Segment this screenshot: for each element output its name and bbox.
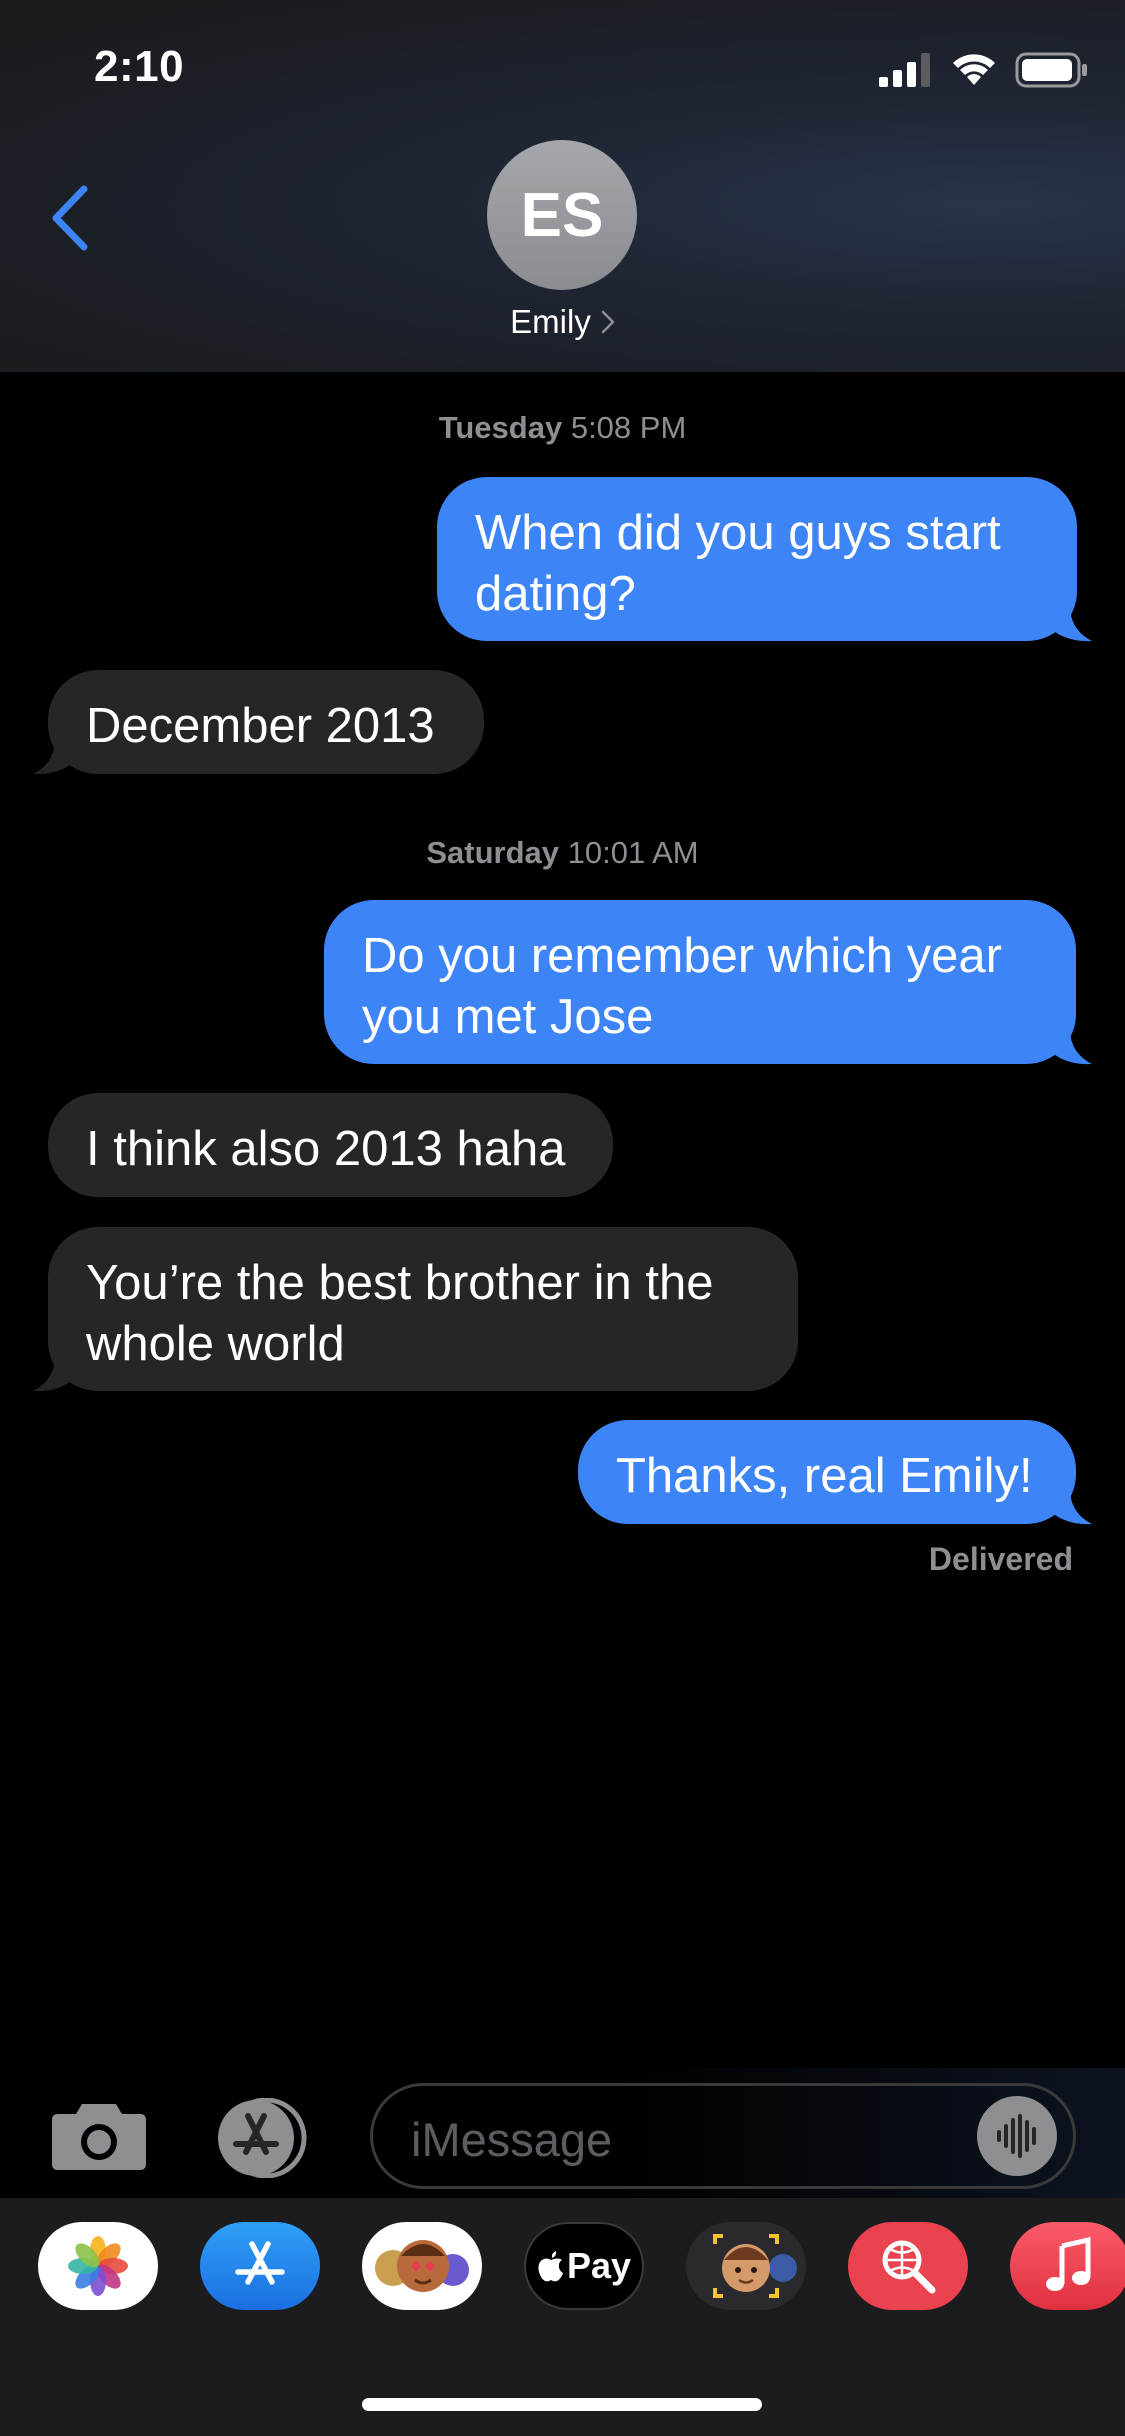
audio-waveform-icon [997,2114,1036,2158]
timestamp-divider: Tuesday 5:08 PM [438,410,687,445]
received-message-bubble[interactable]: December 2013 [48,670,484,774]
animoji-icon [713,2234,797,2298]
apple-pay-label: Pay [566,2245,632,2286]
sent-bubble-tail [1050,1489,1092,1525]
sent-message-bubble[interactable]: Thanks, real Emily! [578,1420,1076,1524]
status-time: 2:10 [94,42,185,91]
camera-icon [52,2104,146,2170]
memoji-stickers-icon [375,2240,469,2292]
photos-app-button[interactable] [38,2222,158,2310]
status-indicators [879,50,1089,90]
battery-icon [1015,52,1087,88]
sent-bubble-tail [1050,1029,1092,1065]
globe-search-icon [882,2240,936,2294]
received-message-bubble[interactable]: You’re the best brother in the whole wor… [48,1227,798,1391]
imessage-placeholder: iMessage [411,2113,613,2166]
cellular-signal-icon [879,53,930,87]
apple-pay-button[interactable]: Pay [524,2222,644,2310]
sent-message-bubble[interactable]: When did you guys start dating? [437,477,1077,641]
chevron-right-icon [601,310,615,334]
animoji-button[interactable] [686,2222,806,2310]
app-store-app-button[interactable] [200,2222,320,2310]
images-search-button[interactable] [848,2222,968,2310]
app-store-icon [235,2241,285,2285]
apple-logo-icon [538,2251,563,2282]
contact-name-button[interactable]: Emily [0,303,1125,341]
back-button[interactable] [40,178,100,258]
sent-bubble-tail [1050,606,1092,642]
contact-name: Emily [510,303,591,340]
music-note-icon [1046,2236,1091,2291]
wifi-icon [953,54,995,85]
contact-avatar[interactable]: ES [487,140,637,290]
sent-message-bubble[interactable]: Do you remember which year you met Jose [324,900,1076,1064]
music-app-button[interactable] [1010,2222,1125,2310]
camera-button[interactable] [52,2100,146,2170]
app-store-button[interactable] [208,2097,318,2179]
app-store-icon [218,2097,307,2179]
home-indicator[interactable] [362,2398,762,2411]
received-message-bubble[interactable]: I think also 2013 haha [48,1093,613,1197]
conversation-header: 2:10 ES Emily [0,0,1125,372]
timestamp-divider: Saturday 10:01 AM [426,835,699,870]
memoji-stickers-button[interactable] [362,2222,482,2310]
received-bubble-tail [33,739,75,775]
imessage-input[interactable]: iMessage [370,2083,1076,2189]
delivered-status: Delivered [928,1541,1073,1577]
photos-icon [68,2236,128,2296]
received-bubble-tail [33,1356,75,1392]
audio-message-button[interactable] [977,2096,1057,2176]
messages-screen: 2:10 ES Emily Tuesday 5:08 PM When did y… [0,0,1125,2436]
chevron-left-icon [52,185,88,251]
